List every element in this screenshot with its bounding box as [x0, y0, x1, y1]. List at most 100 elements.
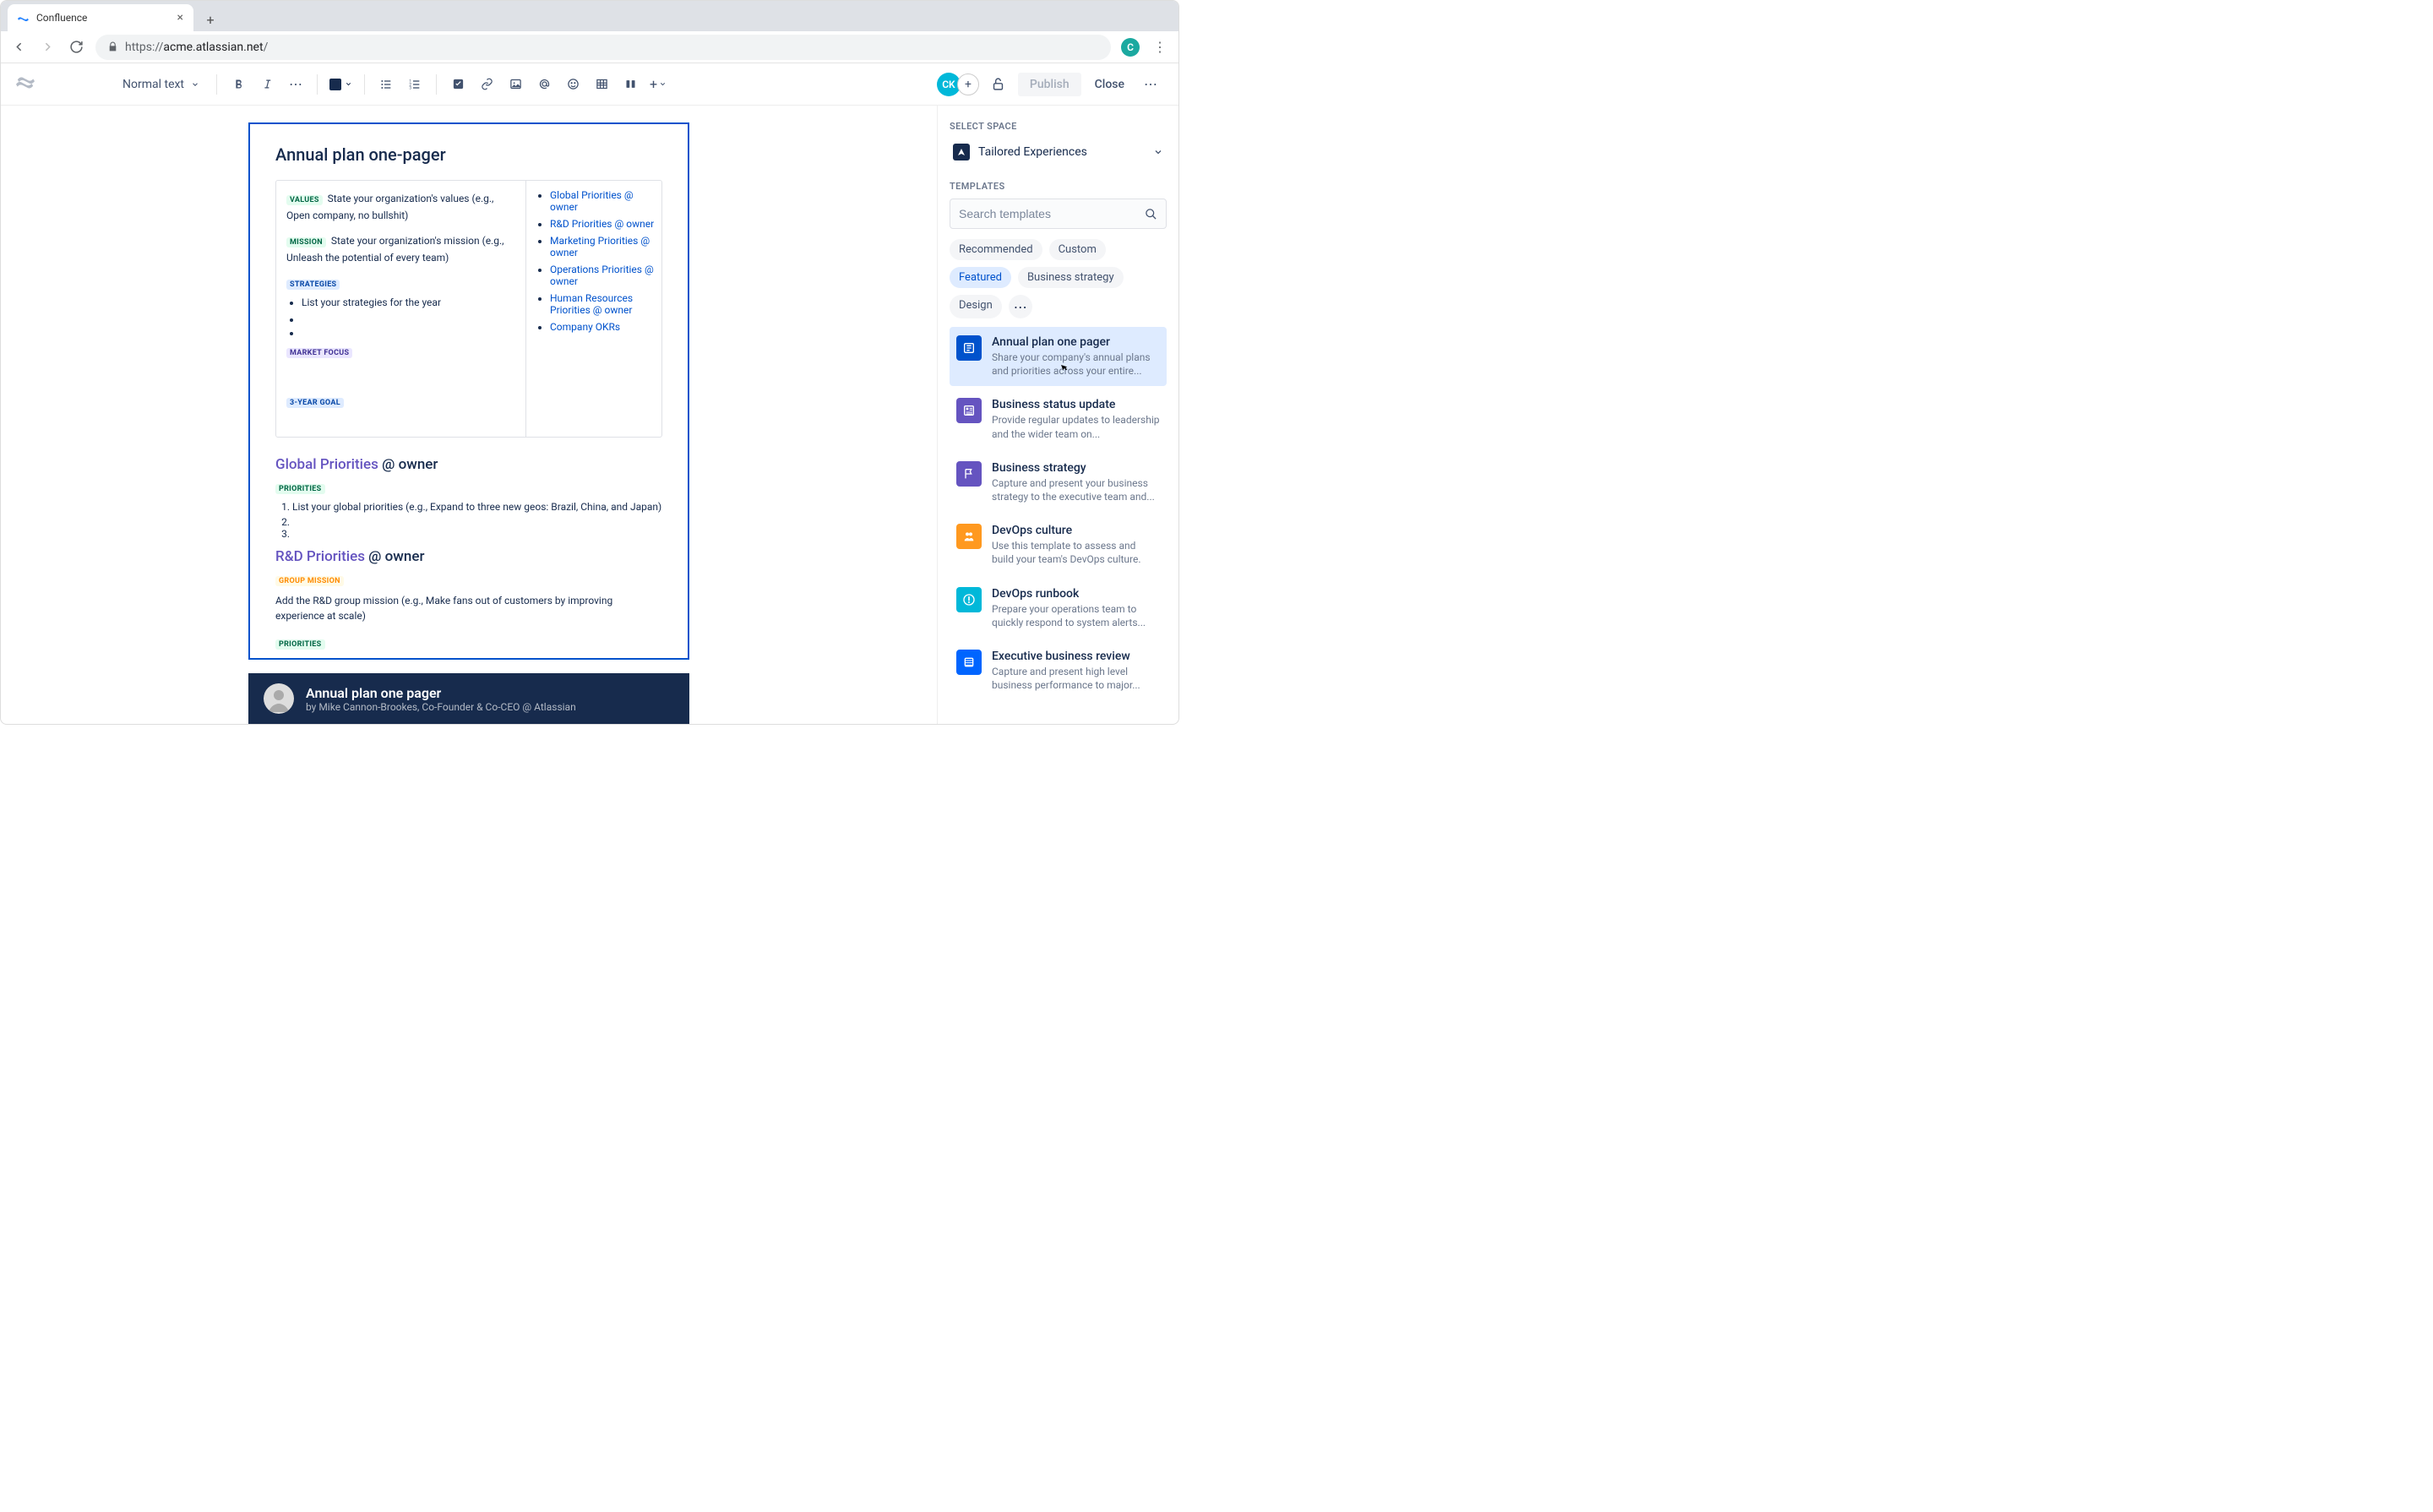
chevron-down-icon — [659, 80, 667, 88]
pill-recommended[interactable]: Recommended — [950, 239, 1042, 260]
template-info-banner: Annual plan one pager by Mike Cannon-Bro… — [248, 673, 689, 724]
insert-button[interactable]: + — [646, 72, 670, 97]
template-icon — [956, 461, 982, 487]
template-desc: Provide regular updates to leadership an… — [992, 413, 1160, 440]
pill-more[interactable]: ⋯ — [1009, 295, 1032, 318]
template-search-input[interactable] — [959, 207, 1145, 220]
text-color-picker[interactable] — [326, 79, 356, 90]
strategies-list[interactable]: List your strategies for the year — [286, 296, 515, 335]
number-list-button[interactable]: 123 — [402, 72, 427, 97]
filter-pills: Recommended Custom Featured Business str… — [950, 239, 1167, 318]
lock-icon — [107, 41, 118, 52]
invite-button[interactable]: + — [957, 73, 979, 95]
market-focus-tag: MARKET FOCUS — [286, 348, 352, 358]
template-title: Annual plan one pager — [992, 335, 1160, 349]
template-item[interactable]: Annual plan one pager Share your company… — [950, 327, 1167, 386]
toc-item[interactable]: Human Resources Priorities @ owner — [550, 292, 655, 316]
color-swatch — [329, 79, 341, 90]
svg-text:3: 3 — [409, 85, 411, 90]
values-tag: VALUES — [286, 195, 323, 205]
search-icon — [1145, 208, 1157, 220]
pill-business-strategy[interactable]: Business strategy — [1018, 267, 1124, 288]
confluence-logo[interactable] — [16, 73, 35, 95]
priorities-tag: PRIORITIES — [275, 484, 325, 494]
profile-avatar[interactable]: C — [1121, 38, 1140, 57]
editor-toolbar: Normal text ⋯ 123 + CK + Publish — [1, 63, 1178, 106]
template-item[interactable]: DevOps runbook Prepare your operations t… — [950, 579, 1167, 638]
restrictions-button[interactable] — [986, 72, 1011, 97]
editor-canvas[interactable]: Annual plan one-pager VALUES State your … — [1, 106, 937, 724]
chevron-down-icon — [345, 80, 352, 88]
link-button[interactable] — [474, 72, 499, 97]
emoji-button[interactable] — [560, 72, 585, 97]
summary-table: VALUES State your organization's values … — [275, 180, 662, 438]
action-item-button[interactable] — [445, 72, 471, 97]
template-search[interactable] — [950, 199, 1167, 229]
template-desc: Prepare your operations team to quickly … — [992, 602, 1160, 629]
more-format-button[interactable]: ⋯ — [283, 72, 308, 97]
toc-item[interactable]: Company OKRs — [550, 321, 655, 333]
template-item[interactable]: DevOps culture Use this template to asse… — [950, 515, 1167, 574]
image-button[interactable] — [503, 72, 528, 97]
text-style-dropdown[interactable]: Normal text — [114, 78, 208, 91]
three-year-tag: 3-YEAR GOAL — [286, 398, 344, 408]
reload-button[interactable] — [67, 38, 85, 57]
browser-chrome: Confluence × + https://acme.atlassian.ne… — [1, 1, 1178, 63]
priorities-tag: PRIORITIES — [275, 639, 325, 650]
author-avatar — [264, 683, 294, 714]
close-tab-icon[interactable]: × — [177, 11, 183, 24]
template-title: Business status update — [992, 398, 1160, 411]
template-item[interactable]: Business strategy Capture and present yo… — [950, 453, 1167, 512]
template-title: DevOps runbook — [992, 587, 1160, 601]
toc-item[interactable]: Global Priorities @ owner — [550, 189, 655, 213]
more-actions-button[interactable]: ⋯ — [1138, 72, 1163, 97]
template-icon — [956, 524, 982, 549]
section-heading[interactable]: R&D Priorities @ owner — [275, 548, 662, 565]
mention-button[interactable] — [531, 72, 557, 97]
bold-button[interactable] — [226, 72, 251, 97]
pill-design[interactable]: Design — [950, 295, 1002, 318]
template-title: DevOps culture — [992, 524, 1160, 537]
template-desc: Capture and present high level business … — [992, 665, 1160, 692]
browser-tab[interactable]: Confluence × — [8, 4, 193, 31]
toc-item[interactable]: Marketing Priorities @ owner — [550, 235, 655, 258]
toc-item[interactable]: R&D Priorities @ owner — [550, 218, 655, 230]
mission-tag: MISSION — [286, 237, 326, 247]
template-icon — [956, 650, 982, 675]
templates-label: TEMPLATES — [950, 181, 1167, 192]
template-desc: Share your company's annual plans and pr… — [992, 351, 1160, 378]
tab-title: Confluence — [36, 12, 87, 24]
publish-button: Publish — [1018, 73, 1081, 96]
banner-byline: by Mike Cannon-Brookes, Co-Founder & Co-… — [306, 701, 576, 713]
rd-mission-text[interactable]: Add the R&D group mission (e.g., Make fa… — [275, 593, 662, 623]
toc-item[interactable]: Operations Priorities @ owner — [550, 264, 655, 287]
chevron-down-icon — [1153, 147, 1163, 157]
select-space-label: SELECT SPACE — [950, 121, 1167, 132]
space-icon — [953, 144, 970, 160]
toc-list: Global Priorities @ owner R&D Priorities… — [538, 189, 655, 333]
section-heading[interactable]: Global Priorities @ owner — [275, 456, 662, 473]
italic-button[interactable] — [254, 72, 280, 97]
global-priorities-list[interactable]: List your global priorities (e.g., Expan… — [275, 501, 662, 536]
template-title: Executive business review — [992, 650, 1160, 663]
back-button[interactable] — [9, 38, 28, 57]
template-title: Business strategy — [992, 461, 1160, 475]
template-icon — [956, 587, 982, 612]
template-list: Annual plan one pager Share your company… — [950, 327, 1167, 700]
pill-featured[interactable]: Featured — [950, 267, 1011, 288]
template-icon — [956, 398, 982, 423]
new-tab-button[interactable]: + — [199, 8, 222, 31]
bullet-list-button[interactable] — [373, 72, 399, 97]
page-title[interactable]: Annual plan one-pager — [275, 144, 662, 165]
pill-custom[interactable]: Custom — [1049, 239, 1106, 260]
close-button[interactable]: Close — [1088, 73, 1131, 96]
url-text: https://acme.atlassian.net/ — [125, 41, 268, 54]
layouts-button[interactable] — [618, 72, 643, 97]
table-button[interactable] — [589, 72, 614, 97]
space-picker[interactable]: Tailored Experiences — [950, 139, 1167, 166]
chevron-down-icon — [191, 80, 199, 89]
browser-menu-button[interactable]: ⋮ — [1150, 39, 1170, 55]
template-item[interactable]: Business status update Provide regular u… — [950, 389, 1167, 449]
template-item[interactable]: Executive business review Capture and pr… — [950, 641, 1167, 700]
address-bar[interactable]: https://acme.atlassian.net/ — [95, 35, 1111, 60]
